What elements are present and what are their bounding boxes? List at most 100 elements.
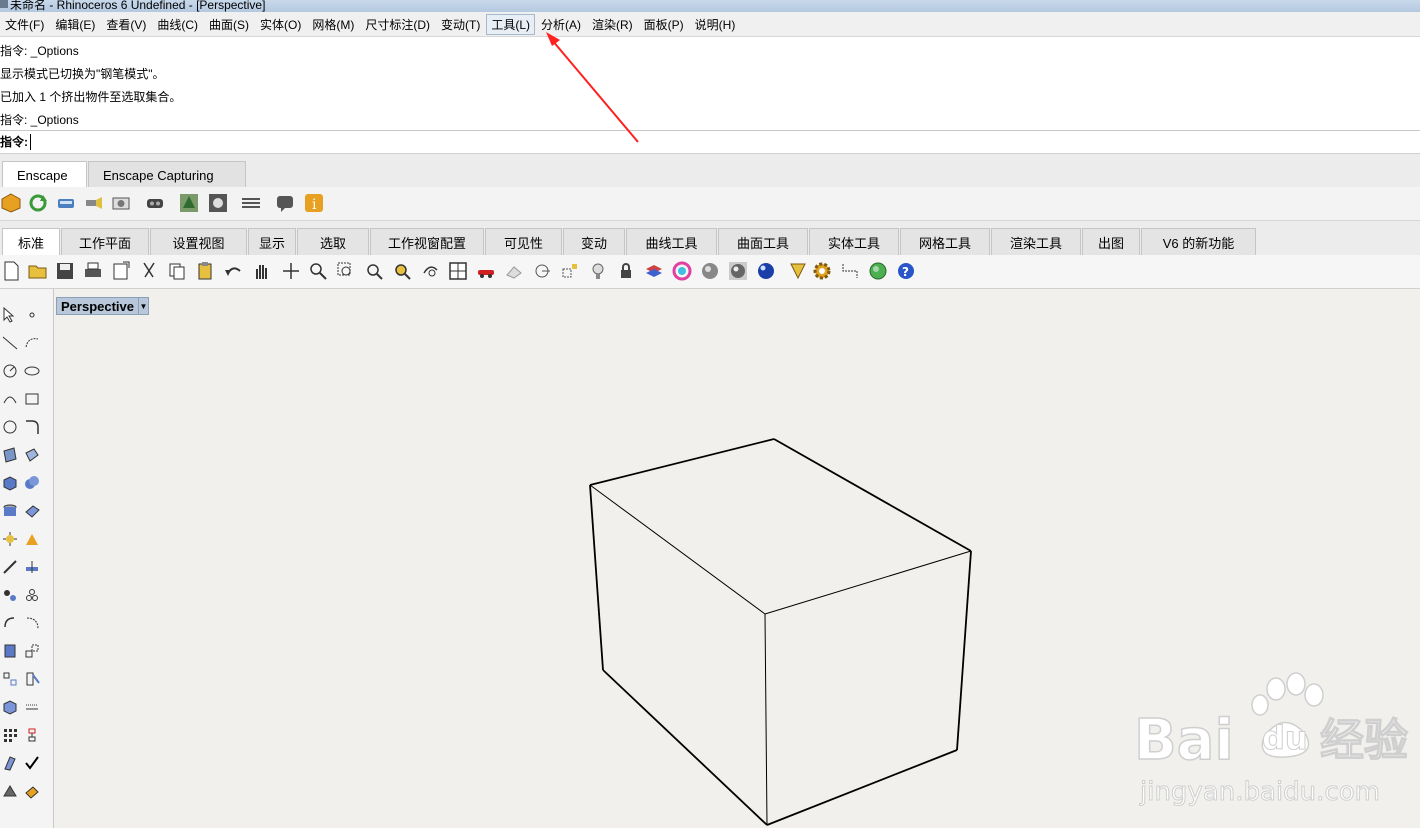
- menu-item[interactable]: 说明(H): [690, 14, 741, 35]
- tab-14[interactable]: V6 的新功能: [1141, 228, 1256, 255]
- menu-item[interactable]: 工具(L): [486, 13, 535, 35]
- flow-tool-icon[interactable]: [22, 669, 42, 689]
- feedback-icon[interactable]: [274, 192, 296, 214]
- rectangle-tool-icon[interactable]: [22, 389, 42, 409]
- import-icon[interactable]: [110, 260, 132, 282]
- rotate-3d-icon[interactable]: [22, 613, 42, 633]
- tab-9[interactable]: 曲面工具: [718, 228, 808, 255]
- zoom-selected-icon[interactable]: [391, 260, 413, 282]
- shaded-sphere-icon[interactable]: [699, 260, 721, 282]
- tab-4[interactable]: 选取: [297, 228, 369, 255]
- flashlight-icon[interactable]: [787, 260, 809, 282]
- help-icon[interactable]: ?: [895, 260, 917, 282]
- print-icon[interactable]: [82, 260, 104, 282]
- undo-view-icon[interactable]: [419, 260, 441, 282]
- menu-item[interactable]: 实体(O): [255, 14, 306, 35]
- copy-icon[interactable]: [166, 260, 188, 282]
- tab-enscape[interactable]: Enscape: [2, 161, 87, 189]
- view-management-icon[interactable]: [55, 192, 77, 214]
- capture-icon[interactable]: [82, 192, 104, 214]
- options-gear-icon[interactable]: [811, 260, 833, 282]
- line-tool-icon[interactable]: [0, 333, 20, 353]
- menu-item[interactable]: 曲线(C): [152, 14, 203, 35]
- menu-item[interactable]: 文件(F): [0, 14, 49, 35]
- asset-library-icon[interactable]: [178, 192, 200, 214]
- gumball-icon[interactable]: [559, 260, 581, 282]
- extrude-surface-icon[interactable]: [22, 445, 42, 465]
- info-icon[interactable]: i: [303, 192, 325, 214]
- menu-item[interactable]: 渲染(R): [587, 14, 638, 35]
- tab-11[interactable]: 网格工具: [900, 228, 990, 255]
- color-wheel-icon[interactable]: [671, 260, 693, 282]
- highlight-tool-icon[interactable]: [22, 781, 42, 801]
- circle-tool-icon[interactable]: [0, 361, 20, 381]
- perspective-viewport[interactable]: Perspective ▼ Bai du 经验 jingyan.baidu.co…: [54, 289, 1420, 828]
- trim-tool-icon[interactable]: [22, 557, 42, 577]
- zoom-icon[interactable]: [307, 260, 329, 282]
- material-sphere-icon[interactable]: [755, 260, 777, 282]
- project-tool-icon[interactable]: [0, 753, 20, 773]
- screenshot-icon[interactable]: [110, 192, 132, 214]
- tab-0[interactable]: 标准: [2, 228, 60, 255]
- ellipse-tool-icon[interactable]: [22, 361, 42, 381]
- point-tool-icon[interactable]: [22, 305, 42, 325]
- grid-array-icon[interactable]: [0, 725, 20, 745]
- menu-item[interactable]: 曲面(S): [204, 14, 254, 35]
- cut-icon[interactable]: [138, 260, 160, 282]
- box-solid-icon[interactable]: [0, 473, 20, 493]
- rotate-tool-icon[interactable]: [0, 613, 20, 633]
- tab-8[interactable]: 曲线工具: [626, 228, 717, 255]
- menu-item[interactable]: 尺寸标注(D): [360, 14, 435, 35]
- tetra-tool-icon[interactable]: [0, 781, 20, 801]
- menu-item[interactable]: 网格(M): [307, 14, 359, 35]
- globe-icon[interactable]: [867, 260, 889, 282]
- arc-tool-icon[interactable]: [0, 389, 20, 409]
- settings-icon[interactable]: [240, 192, 262, 214]
- mesh-tool-icon[interactable]: [22, 501, 42, 521]
- rendered-sphere-icon[interactable]: [727, 260, 749, 282]
- material-editor-icon[interactable]: [207, 192, 229, 214]
- menu-item[interactable]: 分析(A): [536, 14, 586, 35]
- lock-icon[interactable]: [615, 260, 637, 282]
- vr-headset-icon[interactable]: [144, 192, 166, 214]
- dimension-icon[interactable]: [839, 260, 861, 282]
- check-tool-icon[interactable]: [22, 753, 42, 773]
- light-bulb-icon[interactable]: [587, 260, 609, 282]
- curve-tool-icon[interactable]: [22, 333, 42, 353]
- enscape-start-icon[interactable]: [0, 192, 22, 214]
- tab-12[interactable]: 渲染工具: [991, 228, 1081, 255]
- tab-7[interactable]: 变动: [563, 228, 625, 255]
- rotate-view-icon[interactable]: [280, 260, 302, 282]
- tab-10[interactable]: 实体工具: [809, 228, 899, 255]
- open-file-icon[interactable]: [27, 260, 49, 282]
- tab-5[interactable]: 工作视窗配置: [370, 228, 484, 255]
- polygon-tool-icon[interactable]: [0, 417, 20, 437]
- boolean-union-icon[interactable]: [22, 473, 42, 493]
- light-tool-icon[interactable]: [22, 529, 42, 549]
- tab-6[interactable]: 可见性: [485, 228, 562, 255]
- split-tool-icon[interactable]: [0, 557, 20, 577]
- layout-tool-icon[interactable]: [22, 725, 42, 745]
- scale-tool-icon[interactable]: [22, 641, 42, 661]
- dimension-tool-icon[interactable]: [22, 697, 42, 717]
- layer-icon[interactable]: [643, 260, 665, 282]
- tab-1[interactable]: 工作平面: [61, 228, 149, 255]
- four-viewports-icon[interactable]: [447, 260, 469, 282]
- pan-hand-icon[interactable]: [250, 260, 272, 282]
- tab-3[interactable]: 显示: [248, 228, 296, 255]
- cylinder-solid-icon[interactable]: [0, 501, 20, 521]
- car-render-icon[interactable]: [475, 260, 497, 282]
- zoom-window-icon[interactable]: [335, 260, 357, 282]
- save-icon[interactable]: [54, 260, 76, 282]
- new-file-icon[interactable]: [0, 260, 22, 282]
- tab-13[interactable]: 出图: [1082, 228, 1140, 255]
- paste-icon[interactable]: [194, 260, 216, 282]
- undo-icon[interactable]: [222, 260, 244, 282]
- select-arrow-icon[interactable]: [0, 305, 20, 325]
- sync-icon[interactable]: [27, 192, 49, 214]
- ungroup-tool-icon[interactable]: [22, 585, 42, 605]
- fillet-curve-icon[interactable]: [22, 417, 42, 437]
- extrude-solid-icon[interactable]: [0, 641, 20, 661]
- command-input[interactable]: [30, 133, 430, 150]
- menu-item[interactable]: 变动(T): [436, 14, 485, 35]
